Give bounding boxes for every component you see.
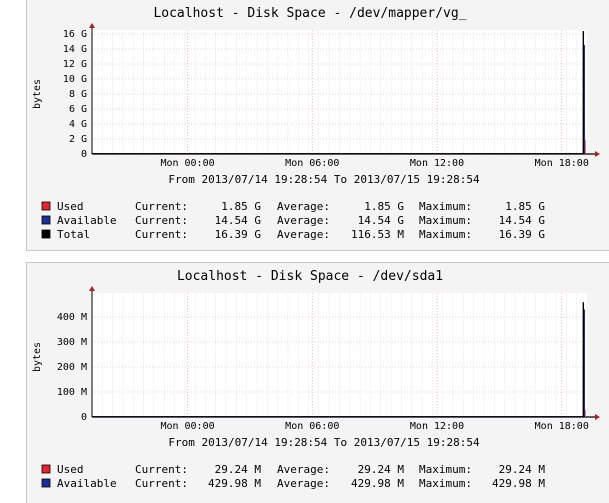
x-tick-label: Mon 18:00: [535, 421, 589, 432]
y-tick-label: 200 M: [57, 362, 87, 373]
legend-maximum-label: Maximum:: [419, 200, 472, 213]
chart-vg: Localhost - Disk Space - /dev/mapper/vg_…: [32, 6, 600, 241]
legend-current-value: 16.39 G: [215, 228, 261, 241]
range-text: From 2013/07/14 19:28:54 To 2013/07/15 1…: [168, 173, 480, 186]
y-tick-label: 6 G: [69, 104, 87, 115]
y-axis-arrow: [89, 286, 95, 291]
legend-maximum-label: Maximum:: [419, 463, 472, 476]
x-tick-label: Mon 06:00: [285, 421, 339, 432]
legend-average-value: 14.54 G: [358, 214, 404, 227]
legend-maximum-value: 1.85 G: [505, 200, 545, 213]
legend-swatch: [41, 478, 51, 488]
legend-swatch: [41, 464, 51, 474]
legend-average-value: 1.85 G: [364, 200, 404, 213]
y-axis-label: bytes: [32, 79, 43, 109]
y-tick-label: 300 M: [57, 337, 87, 348]
x-tick-label: Mon 12:00: [410, 421, 464, 432]
chart-sda1: Localhost - Disk Space - /dev/sda1 0 100 M…: [32, 269, 600, 490]
x-tick-label: Mon 18:00: [535, 158, 589, 169]
disk-space-graph-vg: Localhost - Disk Space - /dev/mapper/vg_…: [26, 0, 609, 251]
y-tick-label: 8 G: [69, 89, 87, 100]
legend-average-value: 116.53 M: [351, 228, 404, 241]
legend-current-label: Current:: [135, 200, 188, 213]
legend-average-label: Average:: [277, 214, 330, 227]
x-axis-arrow: [595, 151, 600, 157]
chart-title: Localhost - Disk Space - /dev/mapper/vg_: [153, 6, 466, 21]
x-tick-label: Mon 12:00: [410, 158, 464, 169]
legend-maximum-label: Maximum:: [419, 477, 472, 490]
y-tick-label: 400 M: [57, 312, 87, 323]
x-tick-label: Mon 06:00: [285, 158, 339, 169]
range-text: From 2013/07/14 19:28:54 To 2013/07/15 1…: [168, 436, 480, 449]
legend-swatch: [41, 201, 51, 211]
y-tick-label: 16 G: [63, 29, 87, 40]
legend-name: Total: [57, 228, 90, 241]
y-axis-arrow: [89, 23, 95, 28]
legend-name: Used: [57, 200, 84, 213]
legend-current-label: Current:: [135, 477, 188, 490]
x-axis-arrow: [595, 414, 600, 420]
legend-swatch: [41, 229, 51, 239]
y-axis-label: bytes: [32, 342, 43, 372]
legend-average-label: Average:: [277, 228, 330, 241]
y-tick-label: 10 G: [63, 74, 87, 85]
legend-maximum-value: 14.54 G: [499, 214, 545, 227]
legend-current-value: 14.54 G: [215, 214, 261, 227]
disk-space-graph-sda1: Localhost - Disk Space - /dev/sda1 0 100 M…: [26, 262, 609, 503]
legend-maximum-label: Maximum:: [419, 228, 472, 241]
legend-current-label: Current:: [135, 228, 188, 241]
y-tick-label: 2 G: [69, 134, 87, 145]
legend-current-value: 1.85 G: [221, 200, 261, 213]
legend-current-value: 429.98 M: [208, 477, 261, 490]
legend-current-label: Current:: [135, 463, 188, 476]
legend-maximum-value: 29.24 M: [499, 463, 546, 476]
y-tick-label: 0: [81, 149, 87, 160]
legend-average-label: Average:: [277, 477, 330, 490]
legend-maximum-value: 16.39 G: [499, 228, 545, 241]
x-tick-label: Mon 00:00: [160, 421, 214, 432]
chart-title: Localhost - Disk Space - /dev/sda1: [177, 269, 443, 284]
legend-name: Used: [57, 463, 84, 476]
y-tick-label: 100 M: [57, 387, 87, 398]
legend-current-value: 29.24 M: [215, 463, 262, 476]
legend-average-label: Average:: [277, 463, 330, 476]
x-tick-label: Mon 00:00: [160, 158, 214, 169]
legend-maximum-label: Maximum:: [419, 214, 472, 227]
legend-current-label: Current:: [135, 214, 188, 227]
legend-average-value: 429.98 M: [351, 477, 404, 490]
legend-average-value: 29.24 M: [358, 463, 405, 476]
y-tick-label: 14 G: [63, 44, 87, 55]
y-tick-label: 0: [81, 412, 87, 423]
legend-maximum-value: 429.98 M: [492, 477, 545, 490]
legend-average-label: Average:: [277, 200, 330, 213]
y-tick-label: 4 G: [69, 119, 87, 130]
legend-swatch: [41, 215, 51, 225]
legend-name: Available: [57, 214, 117, 227]
legend-name: Available: [57, 477, 117, 490]
y-tick-label: 12 G: [63, 59, 87, 70]
